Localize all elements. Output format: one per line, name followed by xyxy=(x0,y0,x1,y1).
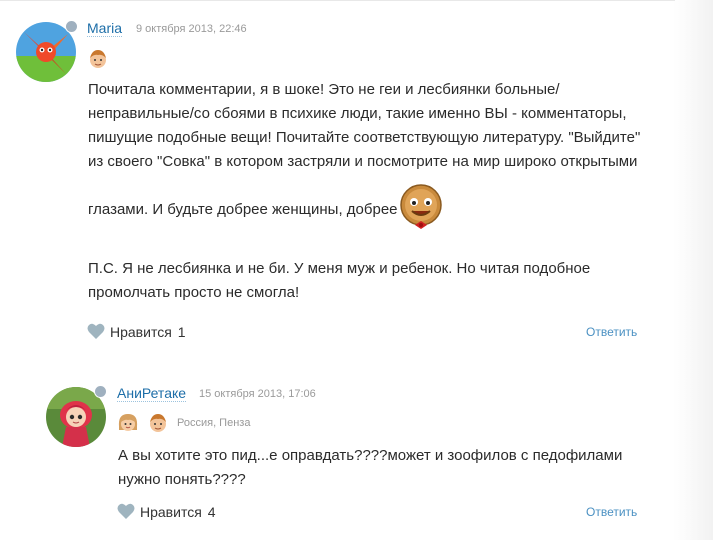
comment-text: А вы хотите это пид...е оправдать????мож… xyxy=(118,444,658,492)
text-line: промолчать просто не смогла! xyxy=(88,284,300,301)
status-clock-icon xyxy=(65,20,78,33)
author-name[interactable]: Maria xyxy=(87,20,123,37)
like-button[interactable]: Нравится 1 xyxy=(87,323,186,340)
text-line: нужно понять???? xyxy=(118,471,246,488)
reply-button[interactable]: Ответить xyxy=(586,325,637,339)
heart-icon xyxy=(87,323,105,339)
text-line: неправильные/со сбоями в психике люди, т… xyxy=(88,105,627,122)
heart-icon xyxy=(117,503,135,519)
comment-date: 9 октября 2013, 22:46 xyxy=(136,23,247,35)
comment-text-smiley-line: глазами. И будьте добрее женщины, добрее xyxy=(88,198,648,222)
status-clock-icon xyxy=(94,385,107,398)
like-button[interactable]: Нравится 4 xyxy=(117,503,216,520)
text-line: из своего "Совка" в котором застряли и п… xyxy=(88,153,638,170)
comment-date: 15 октября 2013, 17:06 xyxy=(199,388,316,400)
like-label: Нравится xyxy=(110,323,172,340)
text-line: пишущие подобные вещи! Почитайте соответ… xyxy=(88,129,641,146)
comment-maria: Maria 9 октября 2013, 22:46 Почитала ком… xyxy=(0,0,713,360)
text-line: П.С. Я не лесбиянка и не би. У меня муж … xyxy=(88,260,591,277)
comment-text: Почитала комментарии, я в шоке! Это не г… xyxy=(88,78,648,174)
reply-button[interactable]: Ответить xyxy=(586,505,637,519)
text-line: Почитала комментарии, я в шоке! Это не г… xyxy=(88,81,560,98)
girl-badge-icon xyxy=(118,414,138,431)
like-count: 1 xyxy=(177,323,186,340)
comment-aniretake: АниРетаке 15 октября 2013, 17:06 Россия,… xyxy=(0,370,713,540)
author-name[interactable]: АниРетаке xyxy=(117,385,187,402)
like-label: Нравится xyxy=(140,503,202,520)
boy-badge-icon xyxy=(150,414,166,432)
comment-text-ps: П.С. Я не лесбиянка и не би. У меня муж … xyxy=(88,257,648,305)
gingerbread-smiley-icon xyxy=(400,184,442,229)
boy-badge-icon xyxy=(90,50,106,68)
text-line: А вы хотите это пид...е оправдать????мож… xyxy=(118,447,623,464)
text-line: глазами. И будьте добрее женщины, добрее xyxy=(88,201,398,218)
like-count: 4 xyxy=(207,503,216,520)
user-location: Россия, Пенза xyxy=(177,417,251,429)
